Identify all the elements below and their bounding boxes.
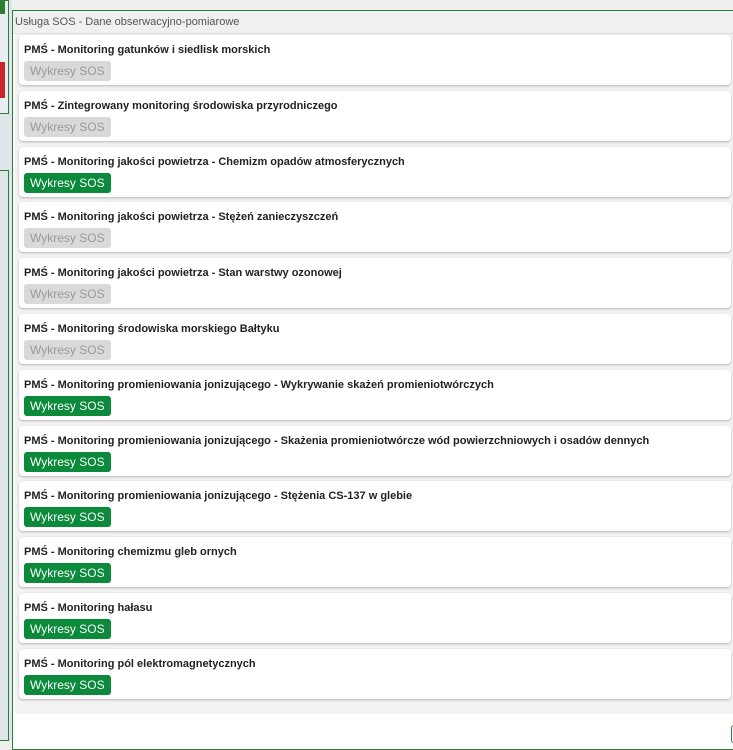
- background-red-marker: [0, 62, 5, 98]
- list-item: PMŚ - Monitoring hałasu Wykresy SOS: [19, 592, 731, 643]
- item-title: PMŚ - Monitoring gatunków i siedlisk mor…: [24, 44, 271, 56]
- wykresy-sos-button[interactable]: Wykresy SOS: [24, 674, 111, 695]
- wykresy-sos-button[interactable]: Wykresy SOS: [24, 172, 111, 193]
- dialog-title: Usługa SOS - Dane obserwacyjno-pomiarowe: [13, 11, 733, 34]
- wykresy-sos-button[interactable]: Wykresy SOS: [24, 507, 111, 528]
- list-item: PMŚ - Monitoring jakości powietrza - Stę…: [19, 202, 731, 253]
- background-green-marker: [0, 0, 5, 14]
- item-title: PMŚ - Monitoring promieniowania jonizują…: [24, 434, 650, 447]
- item-title: PMŚ - Monitoring środowiska morskiego Ba…: [24, 322, 280, 335]
- wykresy-sos-button[interactable]: Wykresy SOS: [24, 395, 111, 416]
- wykresy-sos-button-disabled: Wykresy SOS: [24, 228, 111, 249]
- item-title: PMŚ - Monitoring hałasu: [24, 601, 153, 614]
- item-title: PMŚ - Monitoring chemizmu gleb ornych: [24, 546, 237, 559]
- background-bottom-box: [0, 170, 9, 741]
- wykresy-sos-button-disabled: Wykresy SOS: [24, 339, 111, 360]
- wykresy-sos-button-disabled: Wykresy SOS: [24, 61, 111, 81]
- item-title: PMŚ - Monitoring pól elektromagnetycznyc…: [24, 657, 256, 670]
- item-title: PMŚ - Monitoring jakości powietrza - Stę…: [24, 211, 339, 224]
- list-item: PMŚ - Monitoring promieniowania jonizują…: [19, 481, 731, 532]
- wykresy-sos-button-disabled: Wykresy SOS: [24, 116, 111, 137]
- item-title: PMŚ - Monitoring jakości powietrza - Che…: [24, 155, 405, 168]
- list-item: PMŚ - Monitoring pól elektromagnetycznyc…: [19, 648, 731, 699]
- wykresy-sos-button[interactable]: Wykresy SOS: [24, 563, 111, 584]
- list-item: PMŚ - Monitoring promieniowania jonizują…: [19, 369, 731, 420]
- item-title: PMŚ - Monitoring promieniowania jonizują…: [24, 378, 494, 391]
- item-title: PMŚ - Monitoring jakości powietrza - Sta…: [24, 267, 342, 280]
- list-item: PMŚ - Zintegrowany monitoring środowiska…: [19, 90, 731, 141]
- item-title: PMŚ - Monitoring promieniowania jonizują…: [24, 490, 413, 503]
- item-title: PMŚ - Zintegrowany monitoring środowiska…: [24, 99, 338, 112]
- wykresy-sos-button-disabled: Wykresy SOS: [24, 284, 111, 305]
- list-item: PMŚ - Monitoring jakości powietrza - Sta…: [19, 258, 731, 309]
- list-item: PMŚ - Monitoring gatunków i siedlisk mor…: [19, 35, 731, 85]
- list-item: PMŚ - Monitoring promieniowania jonizują…: [19, 425, 731, 476]
- wykresy-sos-button[interactable]: Wykresy SOS: [24, 618, 111, 639]
- service-list: PMŚ - Monitoring gatunków i siedlisk mor…: [19, 35, 731, 705]
- wykresy-sos-button[interactable]: Wykresy SOS: [24, 451, 111, 472]
- dialog-body[interactable]: PMŚ - Monitoring gatunków i siedlisk mor…: [15, 34, 733, 714]
- sos-dialog: Usługa SOS - Dane obserwacyjno-pomiarowe…: [12, 10, 733, 750]
- list-item: PMŚ - Monitoring chemizmu gleb ornych Wyk…: [19, 537, 731, 588]
- list-item: PMŚ - Monitoring środowiska morskiego Ba…: [19, 313, 731, 364]
- list-item: PMŚ - Monitoring jakości powietrza - Che…: [19, 146, 731, 197]
